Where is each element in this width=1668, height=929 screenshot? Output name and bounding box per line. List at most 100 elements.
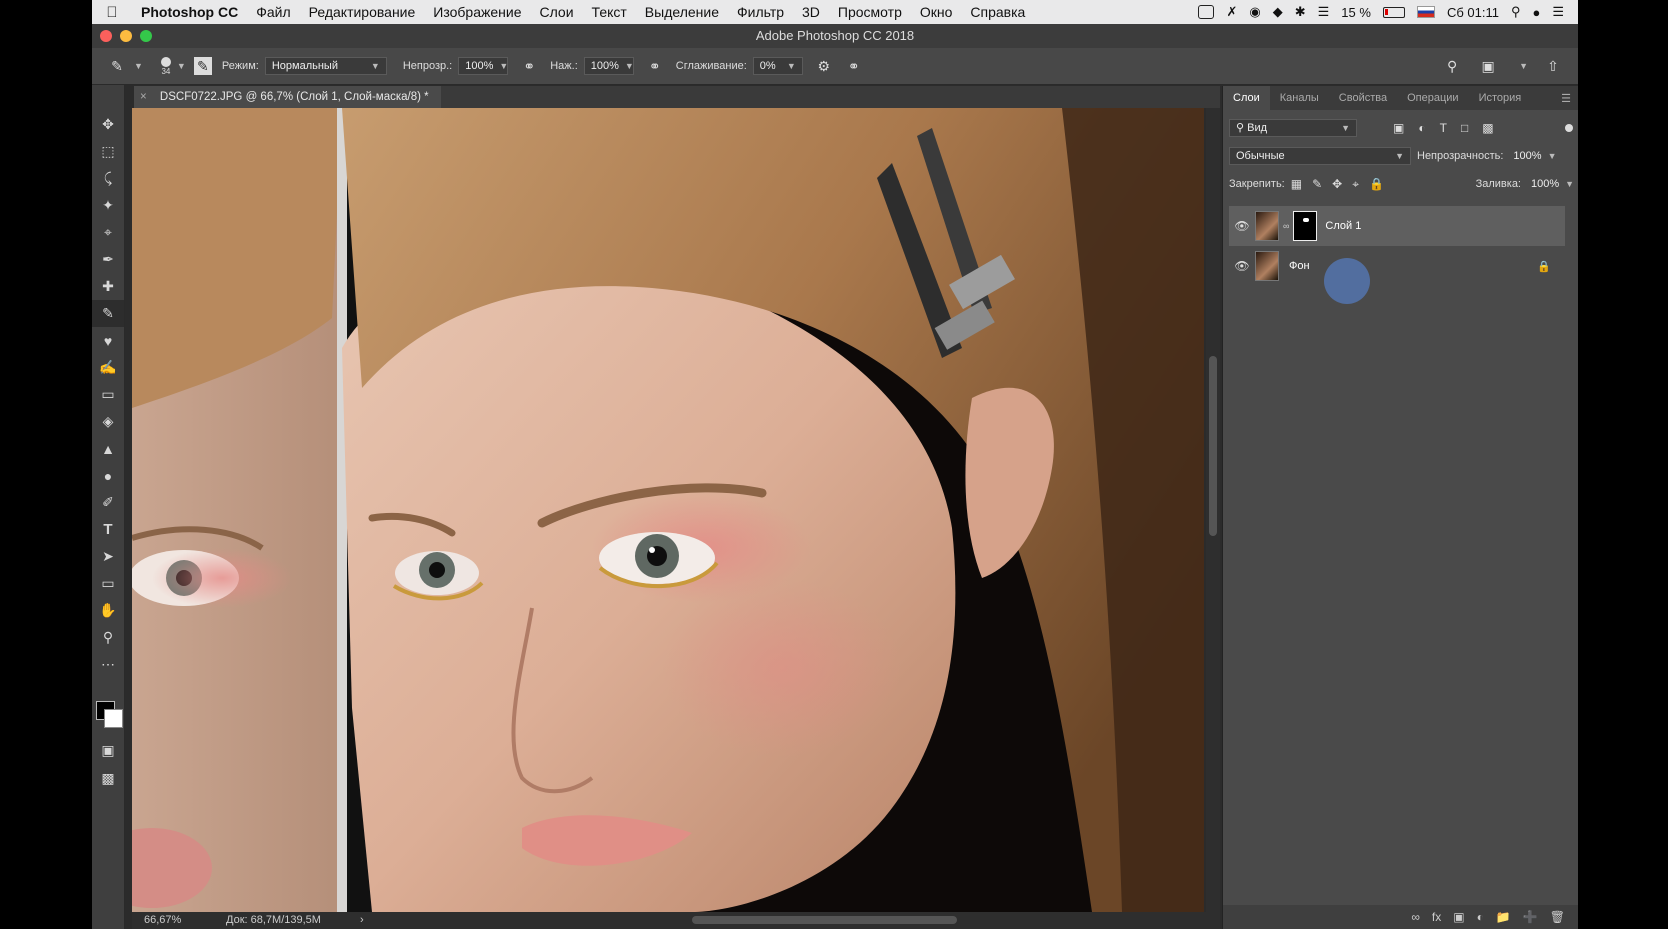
move-tool-icon[interactable]: ✥ — [92, 111, 124, 138]
menu-image[interactable]: Изображение — [424, 4, 530, 20]
menu-file[interactable]: Файл — [247, 4, 299, 20]
tab-channels[interactable]: Каналы — [1270, 86, 1329, 110]
photo-canvas[interactable] — [132, 108, 1204, 912]
pressure-size-icon[interactable]: ⚭ — [843, 55, 865, 77]
layer-row[interactable]: 👁 ∞ Слой 1 — [1229, 206, 1565, 246]
brush-tool-preset-icon[interactable]: ✎ — [106, 55, 128, 77]
fx-icon[interactable]: fx — [1432, 910, 1441, 924]
chevron-down-icon[interactable]: ▼ — [134, 61, 143, 71]
menu-app[interactable]: Photoshop CC — [132, 4, 247, 20]
hand-tool-icon[interactable]: ✋ — [92, 597, 124, 624]
marquee-tool-icon[interactable]: ⬚ — [92, 138, 124, 165]
menu-filter[interactable]: Фильтр — [728, 4, 793, 20]
bluetooth-icon[interactable]: ✱ — [1295, 4, 1306, 20]
spotlight-search-icon[interactable]: ⚲ — [1511, 4, 1521, 20]
layer-name[interactable]: Фон — [1289, 260, 1310, 272]
zoom-tool-icon[interactable]: ⚲ — [92, 624, 124, 651]
gear-icon[interactable]: ⚙ — [813, 55, 835, 77]
horizontal-scroll-thumb[interactable] — [692, 916, 957, 924]
minimize-window-button[interactable] — [120, 30, 132, 42]
input-source-flag-icon[interactable] — [1416, 6, 1435, 18]
zoom-level[interactable]: 66,67% — [144, 912, 181, 929]
add-mask-icon[interactable]: ▣ — [1453, 910, 1464, 924]
adjustment-layer-icon[interactable]: ◐ — [1477, 910, 1484, 924]
type-tool-icon[interactable]: T — [92, 516, 124, 543]
clock[interactable]: Сб 01:11 — [1447, 5, 1499, 20]
eyedropper-tool-icon[interactable]: ✒ — [92, 246, 124, 273]
tab-layers[interactable]: Слои — [1223, 86, 1270, 110]
blend-mode-select[interactable]: Обычные ▼ — [1229, 147, 1411, 165]
quick-mask-icon[interactable]: ▣ — [92, 737, 124, 764]
dropbox-icon[interactable]: ◆ — [1273, 4, 1283, 20]
zoom-window-button[interactable] — [140, 30, 152, 42]
mode-select[interactable]: Нормальный ▼ — [264, 57, 387, 75]
brush-panel-toggle-icon[interactable]: ✎ — [193, 57, 212, 75]
healing-brush-tool-icon[interactable]: ✚ — [92, 273, 124, 300]
layer-opacity-field[interactable]: 100% ▼ — [1507, 147, 1556, 165]
brush-size-picker[interactable]: 34 — [160, 56, 171, 76]
status-menu-arrow-icon[interactable]: › — [360, 912, 364, 929]
menu-select[interactable]: Выделение — [636, 4, 728, 20]
vertical-scroll-thumb[interactable] — [1209, 356, 1217, 536]
sync-icon[interactable]: ◉ — [1249, 4, 1260, 20]
lock-image-icon[interactable]: ✎ — [1312, 177, 1322, 192]
layer-name[interactable]: Слой 1 — [1325, 220, 1361, 232]
chevron-down-icon[interactable]: ▼ — [177, 61, 186, 71]
rectangle-tool-icon[interactable]: ▭ — [92, 570, 124, 597]
layer-filter-select[interactable]: ⚲ Вид ▼ — [1229, 119, 1357, 137]
siri-icon[interactable]: ● — [1532, 5, 1540, 20]
magic-wand-tool-icon[interactable]: ✦ — [92, 192, 124, 219]
wifi-icon[interactable]: ☰ — [1318, 4, 1330, 20]
airbrush-icon[interactable]: ⚭ — [644, 55, 666, 77]
layer-row[interactable]: 👁 Фон 🔒 — [1229, 246, 1565, 286]
menu-help[interactable]: Справка — [961, 4, 1034, 20]
layer-thumbnail[interactable] — [1255, 211, 1279, 241]
tab-history[interactable]: История — [1469, 86, 1532, 110]
display-icon[interactable] — [1198, 5, 1215, 19]
filter-shape-icon[interactable]: □ — [1461, 121, 1468, 135]
more-tools-icon[interactable]: ⋯ — [92, 651, 124, 678]
menu-layers[interactable]: Слои — [531, 4, 583, 20]
clone-stamp-tool-icon[interactable]: ♥ — [92, 327, 124, 354]
lasso-tool-icon[interactable]: ⤹ — [92, 165, 124, 192]
search-icon[interactable]: ⚲ — [1441, 55, 1463, 77]
layer-mask-thumbnail[interactable] — [1293, 211, 1318, 241]
menu-window[interactable]: Окно — [911, 4, 962, 20]
menu-type[interactable]: Текст — [583, 4, 636, 20]
filter-smart-object-icon[interactable]: ▩ — [1482, 121, 1493, 135]
paint-bucket-tool-icon[interactable]: ◈ — [92, 408, 124, 435]
menu-view[interactable]: Просмотр — [829, 4, 911, 20]
chevron-down-icon[interactable]: ▼ — [1519, 61, 1528, 71]
tools-icon[interactable]: ✗ — [1226, 4, 1237, 20]
link-layers-icon[interactable]: ∞ — [1411, 910, 1420, 924]
close-window-button[interactable] — [100, 30, 112, 42]
screen-mode-icon[interactable]: ▩ — [92, 765, 124, 792]
eraser-tool-icon[interactable]: ▭ — [92, 381, 124, 408]
lock-all-icon[interactable]: 🔒 — [1369, 177, 1384, 192]
menu-3d[interactable]: 3D — [793, 4, 829, 20]
background-color-swatch[interactable] — [104, 709, 123, 728]
battery-icon[interactable] — [1382, 6, 1405, 18]
trash-icon[interactable]: 🗑 — [1550, 910, 1565, 924]
new-group-icon[interactable]: 📁 — [1496, 910, 1511, 924]
notification-center-icon[interactable]: ☰ — [1552, 4, 1564, 20]
lock-transparency-icon[interactable]: ▦ — [1291, 177, 1302, 192]
crop-tool-icon[interactable]: ⌖ — [92, 219, 124, 246]
close-icon[interactable]: × — [140, 91, 147, 103]
panel-menu-icon[interactable]: ☰ — [1561, 92, 1578, 105]
filter-pixel-icon[interactable]: ▣ — [1393, 121, 1404, 135]
lock-artboard-icon[interactable]: ⌖ — [1352, 177, 1359, 192]
layer-thumbnail[interactable] — [1255, 251, 1279, 281]
dodge-tool-icon[interactable]: ● — [92, 462, 124, 489]
menu-edit[interactable]: Редактирование — [300, 4, 425, 20]
canvas-area[interactable] — [132, 108, 1220, 912]
blur-tool-icon[interactable]: ▲ — [92, 435, 124, 462]
history-brush-tool-icon[interactable]: ✍ — [92, 354, 124, 381]
document-tab[interactable]: × DSCF0722.JPG @ 66,7% (Слой 1, Слой-мас… — [134, 86, 441, 108]
filter-toggle-icon[interactable] — [1565, 124, 1573, 132]
workspace-icon[interactable]: ▣ — [1477, 55, 1499, 77]
share-icon[interactable]: ⇧ — [1542, 55, 1564, 77]
filter-type-icon[interactable]: T — [1440, 121, 1447, 135]
brush-tool-icon[interactable]: ✎ — [92, 300, 124, 327]
path-selection-tool-icon[interactable]: ➤ — [92, 543, 124, 570]
